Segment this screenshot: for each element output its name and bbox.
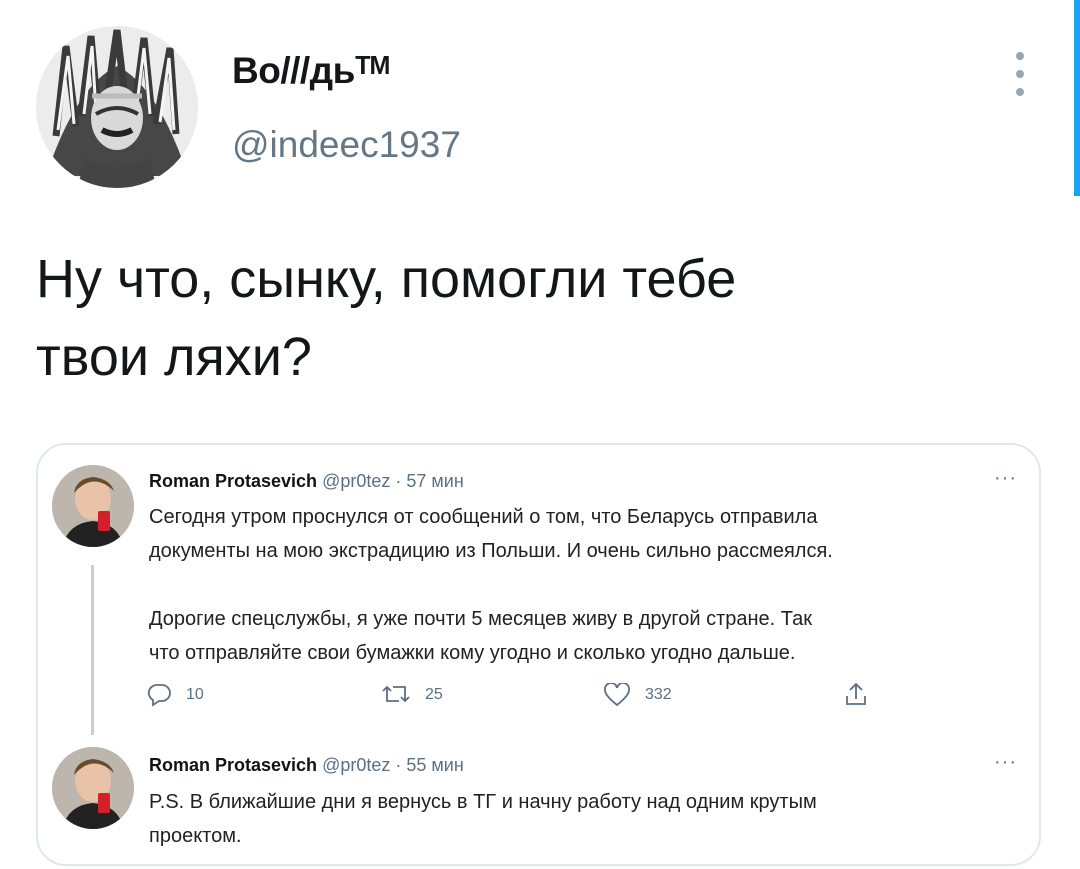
quoted-tweet-text: Сегодня утром проснулся от сообщений о т… (149, 506, 833, 664)
share-action[interactable] (844, 681, 868, 707)
quoted-thread-card[interactable]: Roman Protasevich @pr0tez · 57 мин ··· С… (36, 443, 1041, 866)
thread-connector-line (91, 565, 94, 735)
quoted-author-avatar[interactable] (52, 465, 134, 547)
scroll-indicator (1074, 0, 1080, 196)
quoted-tweet-time[interactable]: · 57 мин (395, 471, 463, 491)
author-name[interactable]: Во///дьᵀᴹ (232, 50, 390, 92)
quoted-author-name[interactable]: Roman Protasevich (149, 755, 317, 775)
quoted-tweet-meta: Roman Protasevich @pr0tez · 55 мин (149, 755, 464, 776)
more-horizontal-icon[interactable]: ··· (994, 751, 1017, 774)
like-count: 332 (645, 686, 672, 703)
quoted-author-handle[interactable]: @pr0tez (322, 471, 390, 491)
like-action[interactable]: 332 (603, 683, 672, 707)
author-handle[interactable]: @indeec1937 (232, 124, 461, 166)
avatar-image (52, 465, 134, 547)
quoted-author-avatar[interactable] (52, 747, 134, 829)
more-horizontal-icon[interactable]: ··· (994, 467, 1017, 490)
author-avatar[interactable] (36, 26, 198, 188)
retweet-count: 25 (425, 686, 443, 703)
avatar-image (36, 26, 198, 188)
avatar-image (52, 747, 134, 829)
share-icon (846, 682, 866, 705)
quoted-tweet-text: P.S. В ближайшие дни я вернусь в ТГ и на… (149, 791, 817, 847)
retweet-icon (382, 685, 410, 703)
quoted-tweet-time[interactable]: · 55 мин (395, 755, 463, 775)
reply-icon (147, 684, 171, 707)
tweet-text: Ну что, сынку, помогли тебе твои ляхи? (36, 249, 737, 387)
quoted-author-name[interactable]: Roman Protasevich (149, 471, 317, 491)
like-icon (604, 683, 630, 707)
retweet-action[interactable]: 25 (381, 683, 443, 707)
quoted-tweet-meta: Roman Protasevich @pr0tez · 57 мин (149, 471, 464, 492)
reply-count: 10 (186, 686, 204, 703)
more-vertical-icon[interactable] (1010, 52, 1030, 96)
quoted-author-handle[interactable]: @pr0tez (322, 755, 390, 775)
reply-action[interactable]: 10 (146, 683, 204, 707)
